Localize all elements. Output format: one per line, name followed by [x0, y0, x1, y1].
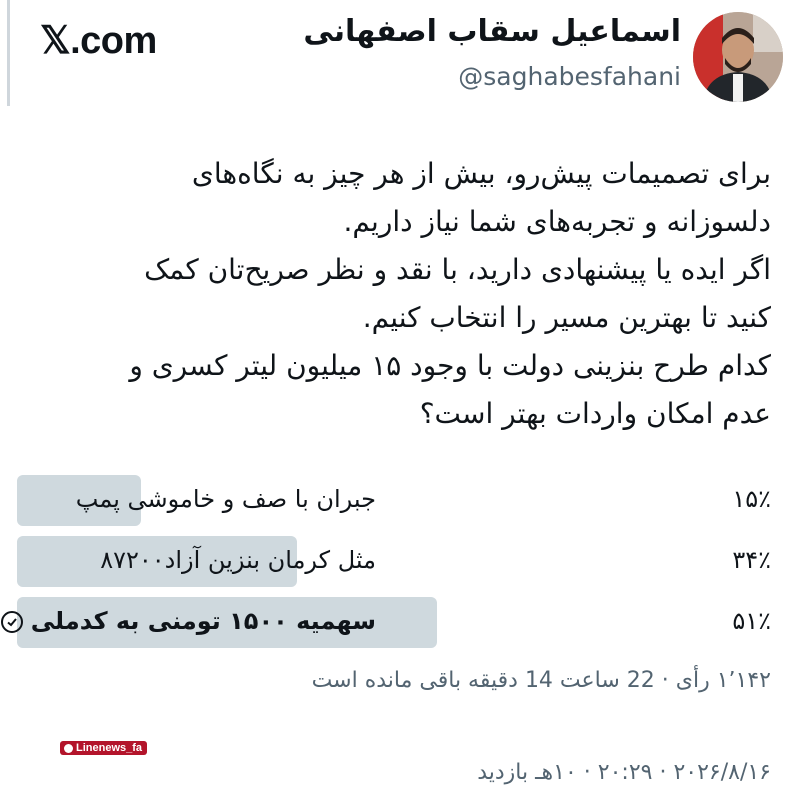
author-handle[interactable]: @saghabesfahani [458, 62, 681, 91]
author-name[interactable]: اسماعیل سقاب اصفهانی [303, 14, 681, 49]
tweet-line: برای تصمیمات پیش‌رو، بیش از هر چیز به نگ… [191, 157, 771, 190]
poll-option-label: سهمیه ۱۵۰۰ تومنی به کدملی [30, 607, 376, 635]
poll-percentage: ۵۱٪ [732, 607, 771, 635]
tweet-line: عدم امکان واردات بهتر است؟ [419, 397, 771, 430]
tweet-line: دلسوزانه و تجربه‌های شما نیاز داریم. [343, 205, 771, 238]
poll-option[interactable]: ۳۴٪ مثل کرمان بنزین آزاد۸۷۲۰۰ [17, 536, 771, 587]
tweet-line: کدام طرح بنزینی دولت با وجود ۱۵ میلیون ل… [129, 349, 771, 382]
tweet-text: برای تصمیمات پیش‌رو، بیش از هر چیز به نگ… [20, 150, 771, 438]
watermark-logo-icon [64, 743, 73, 753]
avatar[interactable] [693, 12, 783, 102]
check-circle-icon [0, 611, 23, 633]
tweet-line: اگر ایده یا پیشنهادی دارید، با نقد و نظر… [144, 253, 771, 286]
watermark-text: Linenews_fa [76, 742, 143, 754]
poll-meta: ۱٬۱۴۲ رأی · 22 ساعت 14 دقیقه باقی مانده … [311, 668, 771, 693]
poll-option-label-wrap: سهمیه ۱۵۰۰ تومنی به کدملی [0, 607, 376, 635]
left-border-rule [7, 0, 10, 106]
tweet-line: کنید تا بهترین مسیر را انتخاب کنیم. [362, 301, 771, 334]
x-logo: 𝕏.com [40, 20, 157, 62]
timestamp-views: ۲۰۲۶/۸/۱۶ · ۲۰:۲۹ · ۱۰هـ بازدید [477, 760, 771, 785]
watermark-badge: Linenews_fa [60, 741, 148, 755]
poll: ۱۵٪ جبران با صف و خاموشی پمپ ۳۴٪ مثل کرم… [0, 475, 771, 658]
poll-option-winner[interactable]: ۵۱٪ سهمیه ۱۵۰۰ تومنی به کدملی [0, 597, 771, 648]
poll-percentage: ۱۵٪ [732, 485, 771, 513]
poll-percentage: ۳۴٪ [732, 546, 771, 574]
poll-option-label: مثل کرمان بنزین آزاد۸۷۲۰۰ [100, 546, 376, 574]
poll-option[interactable]: ۱۵٪ جبران با صف و خاموشی پمپ [17, 475, 771, 526]
poll-option-label: جبران با صف و خاموشی پمپ [75, 485, 376, 513]
